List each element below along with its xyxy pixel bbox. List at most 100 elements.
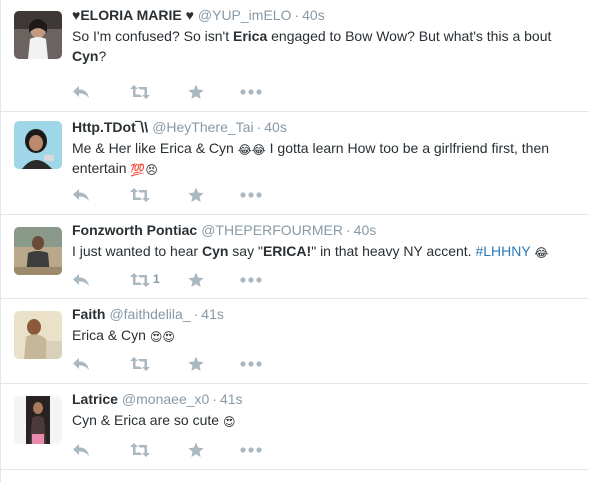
more-options-button[interactable] [240,84,262,100]
retweet-button[interactable] [130,187,150,203]
display-name[interactable]: Faith [72,306,105,322]
tweet-content: Fonzworth Pontiac @THEPERFOURMER · 40s I ju… [72,221,582,261]
highlighted-term: Cyn [72,48,99,64]
user-handle[interactable]: @YUP_imELO [198,7,292,23]
separator-dot: · [212,391,217,407]
user-handle[interactable]: @monaee_x0 [122,391,209,407]
retweet-icon [130,84,150,100]
star-icon [188,84,204,100]
reply-icon [72,84,90,100]
tweet[interactable]: ♥ELORIA MARIE ♥ @YUP_imELO · 40s So I'm con… [1,0,589,112]
display-name[interactable]: Http.TDot‾\\ [72,119,148,135]
tweet[interactable]: Latrice @monaee_x0 · 41s Cyn & Erica are so… [1,384,589,470]
tweet-header: Fonzworth Pontiac @THEPERFOURMER · 40s [72,221,582,240]
tweet-text: Erica & Cyn 😍😍 [72,325,582,345]
separator-dot: · [256,119,262,135]
retweet-button[interactable] [130,442,150,458]
reply-icon [72,187,90,203]
more-dots-icon [240,84,262,100]
favorite-button[interactable] [188,356,204,372]
tweet-content: Faith @faithdelila_ · 41s Erica & Cyn 😍😍 [72,305,582,345]
avatar[interactable] [14,311,62,359]
hashtag-link[interactable]: #LHHNY [475,243,530,259]
separator-dot: · [294,7,300,23]
tweet-text: So I'm confused? So isn't Erica engaged … [72,26,582,66]
text-segment: I just wanted to hear [72,243,202,259]
heart-eyes-emoji: 😍 [222,415,236,429]
tweet-content: Latrice @monaee_x0 · 41s Cyn & Erica are so… [72,390,582,430]
timestamp[interactable]: 41s [201,306,224,322]
more-options-button[interactable] [240,356,262,372]
more-dots-icon [240,187,262,203]
tweet-header: Http.TDot‾\\ @HeyThere_Tai · 40s [72,118,582,137]
text-segment: Erica & Cyn [72,327,150,343]
display-name[interactable]: Fonzworth Pontiac [72,222,197,238]
retweet-icon [130,442,150,458]
text-segment: engaged to Bow Wow? But what's this a bo… [267,28,552,44]
tweet-text: Cyn & Erica are so cute 😍 [72,410,582,430]
text-segment: Me & Her like Erica & Cyn [72,140,238,156]
text-segment: say " [228,243,263,259]
reply-icon [72,272,90,288]
tweet-text: I just wanted to hear Cyn say "ERICA!" i… [72,241,582,261]
star-icon [188,187,204,203]
laughing-emoji: 😂😂 [237,143,266,157]
star-icon [188,442,204,458]
avatar[interactable] [14,121,62,169]
avatar[interactable] [14,11,62,59]
highlighted-term: Cyn [201,243,229,259]
star-icon [188,356,204,372]
tweet-content: Http.TDot‾\\ @HeyThere_Tai · 40s Me & Her l… [72,118,582,178]
highlighted-term: ERICA! [262,243,312,259]
avatar[interactable] [14,227,62,275]
favorite-button[interactable] [188,272,204,288]
timestamp[interactable]: 40s [264,119,287,135]
star-icon [188,272,204,288]
text-segment: " in that heavy NY accent. [311,243,476,259]
reply-button[interactable] [72,442,90,458]
heart-eyes-emoji: 😍😍 [149,330,175,344]
more-dots-icon [240,442,262,458]
reply-icon [72,442,90,458]
retweet-button[interactable]: 1 [130,272,160,288]
retweet-button[interactable] [130,356,150,372]
tweet[interactable]: Faith @faithdelila_ · 41s Erica & Cyn 😍😍 [1,299,589,384]
tweet-content: ♥ELORIA MARIE ♥ @YUP_imELO · 40s So I'm con… [72,6,582,66]
retweet-button[interactable] [130,84,150,100]
text-segment: So I'm confused? So isn't [72,28,233,44]
tweet-header: Latrice @monaee_x0 · 41s [72,390,582,409]
favorite-button[interactable] [188,442,204,458]
avatar[interactable] [14,396,62,444]
more-options-button[interactable] [240,187,262,203]
reply-button[interactable] [72,272,90,288]
favorite-button[interactable] [188,84,204,100]
tweet-header: ♥ELORIA MARIE ♥ @YUP_imELO · 40s [72,6,582,25]
separator-dot: · [346,222,351,238]
timestamp[interactable]: 40s [354,222,377,238]
user-handle[interactable]: @THEPERFOURMER [201,222,343,238]
hundred-emoji: 💯😣 [130,163,158,177]
timestamp[interactable]: 41s [220,391,243,407]
user-handle[interactable]: @HeyThere_Tai [152,119,253,135]
display-name[interactable]: Latrice [72,391,118,407]
more-dots-icon [240,272,262,288]
reply-button[interactable] [72,187,90,203]
more-options-button[interactable] [240,442,262,458]
user-handle[interactable]: @faithdelila_ [109,306,190,322]
reply-button[interactable] [72,84,90,100]
text-segment: Cyn & Erica are so cute [72,412,223,428]
tweet[interactable]: Http.TDot‾\\ @HeyThere_Tai · 40s Me & Her l… [1,112,589,215]
display-name[interactable]: ♥ELORIA MARIE ♥ [72,7,194,23]
favorite-button[interactable] [188,187,204,203]
timestamp[interactable]: 40s [302,7,325,23]
tweet[interactable]: Fonzworth Pontiac @THEPERFOURMER · 40s I ju… [1,215,589,299]
more-dots-icon [240,356,262,372]
retweet-icon [130,356,150,372]
retweet-count: 1 [153,272,160,286]
more-options-button[interactable] [240,272,262,288]
reply-icon [72,356,90,372]
laughing-emoji: 😂 [534,246,549,260]
tweet-text: Me & Her like Erica & Cyn 😂😂 I gotta lea… [72,138,582,178]
reply-button[interactable] [72,356,90,372]
separator-dot: · [193,306,199,322]
